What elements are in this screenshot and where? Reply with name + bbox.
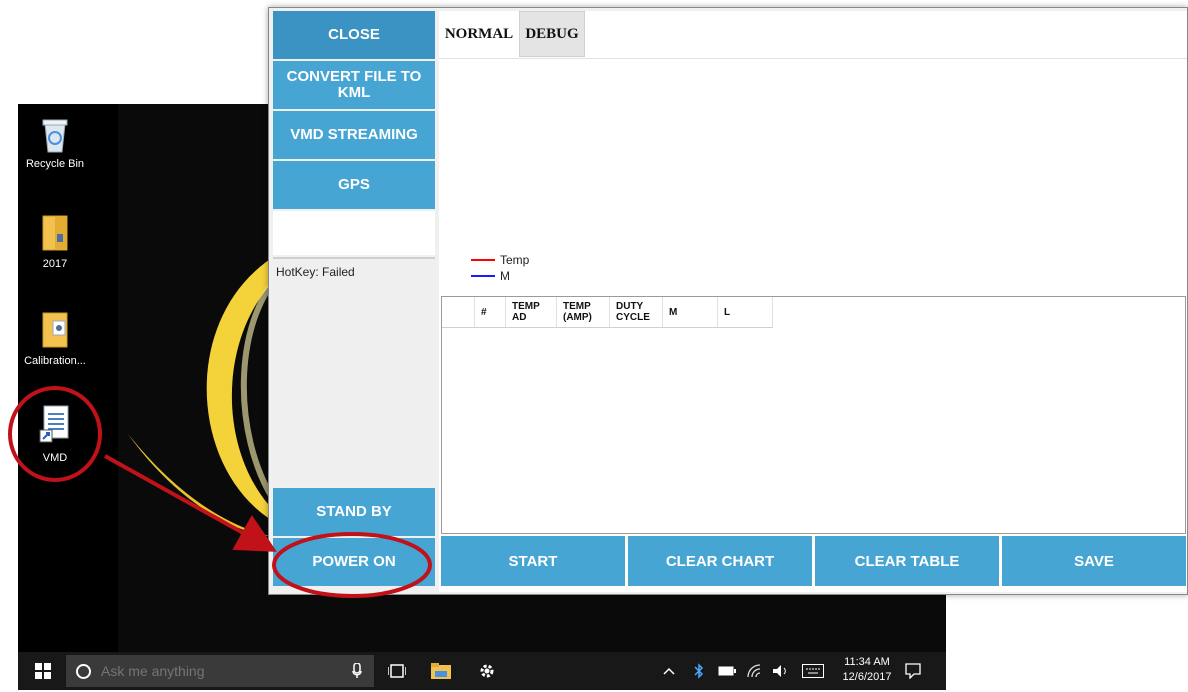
bottom-action-bar: START CLEAR CHART CLEAR TABLE SAVE xyxy=(439,536,1187,592)
taskbar: 11:34 AM 12/6/2017 xyxy=(18,652,946,690)
cortana-icon xyxy=(76,663,91,679)
bluetooth-icon[interactable] xyxy=(688,660,710,682)
table-header-row: # TEMP AD TEMP (AMP) DUTY CYCLE M L xyxy=(442,297,773,328)
taskbar-search-input[interactable] xyxy=(99,662,353,680)
legend-item-temp: Temp xyxy=(471,253,529,267)
column-header-index[interactable]: # xyxy=(474,297,506,328)
tab-debug[interactable]: DEBUG xyxy=(519,11,585,57)
desktop-icon-label: Recycle Bin xyxy=(25,158,85,170)
settings-gear-icon[interactable] xyxy=(476,660,498,682)
folder-icon xyxy=(42,215,68,251)
data-table-area: # TEMP AD TEMP (AMP) DUTY CYCLE M L xyxy=(441,296,1186,534)
action-center-icon[interactable] xyxy=(902,660,924,682)
vmd-shortcut-icon xyxy=(39,405,69,443)
column-header-l[interactable]: L xyxy=(717,297,773,328)
desktop-icon-label: VMD xyxy=(42,452,68,464)
vmd-streaming-button[interactable]: VMD STREAMING xyxy=(273,111,435,159)
tab-normal[interactable]: NORMAL xyxy=(439,11,519,57)
main-panel: NORMAL DEBUG Temp M # TEMP AD TEMP (AMP)… xyxy=(439,11,1187,592)
clock-time: 11:34 AM xyxy=(844,656,890,668)
taskbar-clock[interactable]: 11:34 AM 12/6/2017 xyxy=(838,655,896,685)
power-on-button[interactable]: POWER ON xyxy=(273,538,435,586)
legend-item-m: M xyxy=(471,269,510,283)
column-header-temp-ad[interactable]: TEMP AD xyxy=(505,297,557,328)
task-view-icon[interactable] xyxy=(386,660,408,682)
column-header-m[interactable]: M xyxy=(662,297,718,328)
start-button[interactable]: START xyxy=(441,536,625,586)
close-button[interactable]: CLOSE xyxy=(273,11,435,59)
chart-area: Temp M xyxy=(439,59,1187,295)
desktop-icon-label: 2017 xyxy=(42,258,68,270)
convert-file-to-kml-button[interactable]: CONVERT FILE TO KML xyxy=(273,61,435,109)
left-control-panel: CLOSE CONVERT FILE TO KML VMD STREAMING … xyxy=(273,11,435,590)
gps-button[interactable]: GPS xyxy=(273,161,435,209)
desktop-icon-vmd[interactable]: VMD xyxy=(18,404,92,464)
legend-line-temp xyxy=(471,259,495,261)
folder-icon xyxy=(42,312,68,348)
clear-chart-button[interactable]: CLEAR CHART xyxy=(628,536,812,586)
keyboard-icon[interactable] xyxy=(802,660,824,682)
stand-by-button[interactable]: STAND BY xyxy=(273,488,435,536)
desktop-icon-calibration[interactable]: Calibration... xyxy=(18,309,92,367)
legend-label-temp: Temp xyxy=(500,253,530,267)
desktop-icon-recycle-bin[interactable]: Recycle Bin xyxy=(18,114,92,170)
desktop-icon-label: Calibration... xyxy=(24,355,86,367)
clear-table-button[interactable]: CLEAR TABLE xyxy=(815,536,999,586)
tab-bar: NORMAL DEBUG xyxy=(439,11,1187,59)
clock-date: 12/6/2017 xyxy=(842,671,892,683)
wifi-icon[interactable] xyxy=(744,660,766,682)
vmd-app-window: CLOSE CONVERT FILE TO KML VMD STREAMING … xyxy=(268,7,1188,595)
legend-label-m: M xyxy=(500,269,510,283)
volume-icon[interactable] xyxy=(770,660,792,682)
save-button[interactable]: SAVE xyxy=(1002,536,1186,586)
log-panel: HotKey: Failed xyxy=(273,257,435,485)
column-header-select[interactable] xyxy=(442,297,475,328)
file-explorer-icon[interactable] xyxy=(430,660,452,682)
column-header-temp-amp[interactable]: TEMP (AMP) xyxy=(556,297,610,328)
start-button[interactable] xyxy=(28,652,58,690)
hotkey-status-text: HotKey: Failed xyxy=(276,265,355,279)
microphone-icon[interactable] xyxy=(352,663,362,679)
status-field xyxy=(273,211,435,255)
recycle-bin-icon xyxy=(42,119,68,153)
taskbar-search-box[interactable] xyxy=(66,655,374,687)
legend-line-m xyxy=(471,275,495,277)
battery-icon[interactable] xyxy=(716,660,738,682)
data-table: # TEMP AD TEMP (AMP) DUTY CYCLE M L xyxy=(442,297,773,328)
desktop-icon-folder-2017[interactable]: 2017 xyxy=(18,212,92,270)
column-header-duty-cycle[interactable]: DUTY CYCLE xyxy=(609,297,663,328)
windows-logo-icon xyxy=(35,663,51,679)
chevron-up-icon[interactable] xyxy=(658,660,680,682)
